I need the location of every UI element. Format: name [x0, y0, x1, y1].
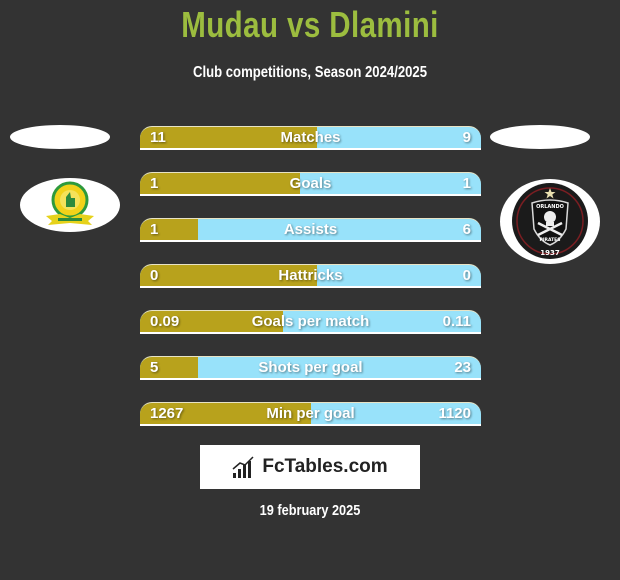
- page-title: Mudau vs Dlamini: [181, 4, 439, 45]
- left-player-placeholder: [10, 125, 110, 149]
- stat-label: Goals per match: [251, 313, 370, 330]
- stat-label: Matches: [280, 129, 341, 146]
- stat-label: Assists: [283, 221, 338, 238]
- brand-name: FcTables.com: [262, 456, 388, 477]
- right-value: 1: [462, 175, 471, 192]
- logo-text-top: ORLANDO: [536, 204, 564, 210]
- stat-label: Min per goal: [266, 405, 355, 422]
- date-label: 19 february 2025: [259, 502, 361, 519]
- left-value: 1267: [150, 405, 184, 422]
- right-value: 0.11: [442, 313, 471, 330]
- bar-chart-icon: [232, 456, 254, 478]
- stat-row-min-per-goal: Min per goal 1267 1120: [140, 402, 481, 426]
- logo-year: 1937: [540, 249, 560, 257]
- right-player-placeholder: [490, 125, 590, 149]
- right-value: 23: [454, 359, 471, 376]
- right-value: 6: [462, 221, 471, 238]
- logo-text-bottom: PIRATES: [540, 237, 561, 243]
- left-value: 5: [150, 359, 159, 376]
- left-value: 1: [150, 175, 159, 192]
- stat-label: Goals: [289, 175, 332, 192]
- stat-row-shots-per-goal: Shots per goal 5 23: [140, 356, 481, 380]
- right-value: 9: [462, 129, 471, 146]
- page-subtitle: Club competitions, Season 2024/2025: [192, 64, 428, 81]
- right-value: 1120: [438, 405, 471, 422]
- left-value: 11: [150, 129, 166, 146]
- stat-row-goals-per-match: Goals per match 0.09 0.11: [140, 310, 481, 334]
- orlando-pirates-crest-icon: ORLANDO PIRATES 1937: [512, 183, 588, 259]
- stat-row-goals: Goals 1 1: [140, 172, 481, 196]
- left-team-logo[interactable]: [20, 178, 120, 232]
- fctables-brand-banner[interactable]: FcTables.com: [200, 445, 420, 489]
- mamelodi-sundowns-crest-icon: [46, 181, 94, 225]
- left-value: 0.09: [150, 313, 180, 330]
- right-value: 0: [462, 267, 471, 284]
- right-team-logo[interactable]: ORLANDO PIRATES 1937: [500, 179, 600, 264]
- stat-row-assists: Assists 1 6: [140, 218, 481, 242]
- stat-row-matches: Matches 11 9: [140, 126, 481, 150]
- left-value: 1: [150, 221, 159, 238]
- left-value: 0: [150, 267, 159, 284]
- stat-row-hattricks: Hattricks 0 0: [140, 264, 481, 288]
- stat-label: Shots per goal: [258, 359, 363, 376]
- stat-label: Hattricks: [278, 267, 343, 284]
